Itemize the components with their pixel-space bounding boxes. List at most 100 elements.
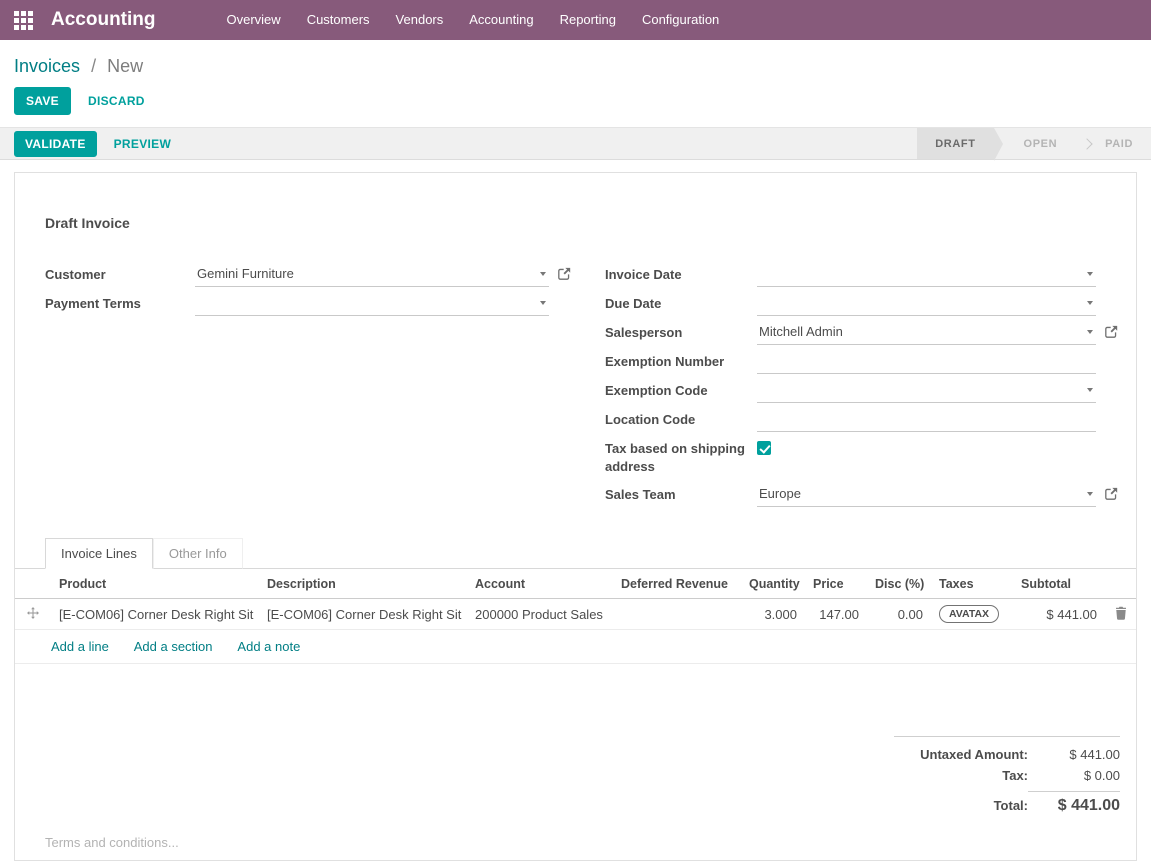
col-product: Product: [51, 569, 259, 599]
field-row-invoice-date: Invoice Date: [605, 261, 1120, 288]
save-button[interactable]: SAVE: [14, 87, 71, 115]
sales-team-value: Europe: [757, 486, 801, 501]
status-step-draft[interactable]: DRAFT: [917, 128, 993, 159]
status-step-paid[interactable]: PAID: [1087, 128, 1151, 159]
top-menu: Overview Customers Vendors Accounting Re…: [214, 0, 733, 40]
untaxed-amount-value: $ 441.00: [1028, 747, 1120, 762]
customer-external-link-icon[interactable]: [549, 261, 573, 288]
untaxed-amount-row: Untaxed Amount: $ 441.00: [894, 744, 1120, 765]
status-step-open[interactable]: OPEN: [1006, 128, 1076, 159]
total-label: Total:: [994, 798, 1028, 813]
chevron-down-icon: [540, 301, 546, 305]
totals-section: Untaxed Amount: $ 441.00 Tax: $ 0.00 Tot…: [15, 736, 1136, 818]
line-deferred-revenue[interactable]: [613, 599, 741, 630]
salesperson-external-link-icon[interactable]: [1096, 319, 1120, 346]
field-row-payment-terms: Payment Terms: [45, 290, 573, 317]
top-navbar: Accounting Overview Customers Vendors Ac…: [0, 0, 1151, 40]
total-row: Total: $ 441.00: [894, 786, 1120, 818]
invoice-date-label: Invoice Date: [605, 261, 757, 288]
chevron-down-icon: [1087, 301, 1093, 305]
form-title: Draft Invoice: [15, 173, 1136, 231]
notebook-tabs: Invoice Lines Other Info: [15, 538, 1136, 569]
chevron-down-icon: [1087, 388, 1093, 392]
exemption-number-label: Exemption Number: [605, 348, 757, 375]
payment-terms-label: Payment Terms: [45, 290, 195, 317]
chevron-down-icon: [1087, 272, 1093, 276]
add-section-link[interactable]: Add a section: [134, 639, 213, 654]
breadcrumb-separator: /: [91, 56, 96, 76]
field-row-due-date: Due Date: [605, 290, 1120, 317]
validate-button[interactable]: VALIDATE: [14, 131, 97, 157]
location-code-label: Location Code: [605, 406, 757, 433]
tab-other-info[interactable]: Other Info: [153, 538, 243, 569]
menu-accounting[interactable]: Accounting: [456, 0, 546, 40]
delete-line-icon[interactable]: [1115, 606, 1127, 623]
field-row-tax-shipping: Tax based on shipping address: [605, 435, 1120, 479]
line-account[interactable]: 200000 Product Sales: [467, 599, 613, 630]
record-actions: SAVE DISCARD: [0, 77, 1151, 115]
terms-and-conditions-input[interactable]: Terms and conditions...: [15, 835, 1136, 860]
breadcrumb: Invoices / New: [14, 56, 1135, 77]
field-row-exemption-code: Exemption Code: [605, 377, 1120, 404]
app-title: Accounting: [51, 9, 156, 31]
field-row-sales-team: Sales Team Europe: [605, 481, 1120, 508]
line-description[interactable]: [E-COM06] Corner Desk Right Sit: [259, 599, 467, 630]
menu-reporting[interactable]: Reporting: [547, 0, 629, 40]
col-price: Price: [805, 569, 867, 599]
total-value: $ 441.00: [1028, 791, 1120, 815]
invoice-form: Customer Gemini Furniture Payment Terms: [15, 231, 1136, 510]
menu-overview[interactable]: Overview: [214, 0, 294, 40]
tax-row: Tax: $ 0.00: [894, 765, 1120, 786]
exemption-number-input[interactable]: [757, 348, 1096, 374]
salesperson-label: Salesperson: [605, 319, 757, 346]
customer-input[interactable]: Gemini Furniture: [195, 261, 549, 287]
col-description: Description: [259, 569, 467, 599]
menu-vendors[interactable]: Vendors: [383, 0, 457, 40]
untaxed-amount-label: Untaxed Amount:: [920, 747, 1028, 762]
invoice-line-row[interactable]: [E-COM06] Corner Desk Right Sit [E-COM06…: [15, 599, 1136, 630]
tax-value: $ 0.00: [1028, 768, 1120, 783]
lines-header-row: Product Description Account Deferred Rev…: [15, 569, 1136, 599]
line-quantity[interactable]: 3.000: [741, 599, 805, 630]
menu-configuration[interactable]: Configuration: [629, 0, 732, 40]
salesperson-input[interactable]: Mitchell Admin: [757, 319, 1096, 345]
invoice-date-input[interactable]: [757, 261, 1096, 287]
due-date-input[interactable]: [757, 290, 1096, 316]
totals-block: Untaxed Amount: $ 441.00 Tax: $ 0.00 Tot…: [894, 736, 1120, 818]
field-row-salesperson: Salesperson Mitchell Admin: [605, 319, 1120, 346]
menu-customers[interactable]: Customers: [294, 0, 383, 40]
line-taxes[interactable]: AVATAX: [931, 599, 1013, 630]
statusbar: VALIDATE PREVIEW DRAFT OPEN PAID: [0, 127, 1151, 160]
salesperson-value: Mitchell Admin: [757, 324, 843, 339]
tax-shipping-label: Tax based on shipping address: [605, 435, 757, 479]
breadcrumb-bar: Invoices / New: [0, 40, 1151, 77]
discard-button[interactable]: DISCARD: [81, 87, 152, 115]
drag-handle-icon[interactable]: [15, 599, 51, 630]
line-disc[interactable]: 0.00: [867, 599, 931, 630]
tab-invoice-lines[interactable]: Invoice Lines: [45, 538, 153, 569]
col-taxes: Taxes: [931, 569, 1013, 599]
add-links-row: Add a line Add a section Add a note: [15, 630, 1136, 664]
line-price[interactable]: 147.00: [805, 599, 867, 630]
add-note-link[interactable]: Add a note: [237, 639, 300, 654]
tax-shipping-field: [757, 435, 1096, 461]
field-row-location-code: Location Code: [605, 406, 1120, 433]
sales-team-external-link-icon[interactable]: [1096, 481, 1120, 508]
add-line-link[interactable]: Add a line: [51, 639, 109, 654]
tax-shipping-checkbox[interactable]: [757, 441, 771, 455]
sales-team-input[interactable]: Europe: [757, 481, 1096, 507]
exemption-code-input[interactable]: [757, 377, 1096, 403]
sales-team-label: Sales Team: [605, 481, 757, 508]
due-date-label: Due Date: [605, 290, 757, 317]
apps-grid-icon[interactable]: [14, 11, 33, 30]
chevron-down-icon: [1087, 330, 1093, 334]
breadcrumb-invoices-link[interactable]: Invoices: [14, 56, 80, 76]
line-product[interactable]: [E-COM06] Corner Desk Right Sit: [51, 599, 259, 630]
payment-terms-input[interactable]: [195, 290, 549, 316]
invoice-form-sheet: Draft Invoice Customer Gemini Furniture …: [14, 172, 1137, 861]
location-code-input[interactable]: [757, 406, 1096, 432]
col-deferred-revenue: Deferred Revenue: [613, 569, 741, 599]
statusbar-buttons: VALIDATE PREVIEW: [14, 128, 917, 159]
status-steps: DRAFT OPEN PAID: [917, 128, 1151, 159]
preview-button[interactable]: PREVIEW: [107, 130, 178, 158]
